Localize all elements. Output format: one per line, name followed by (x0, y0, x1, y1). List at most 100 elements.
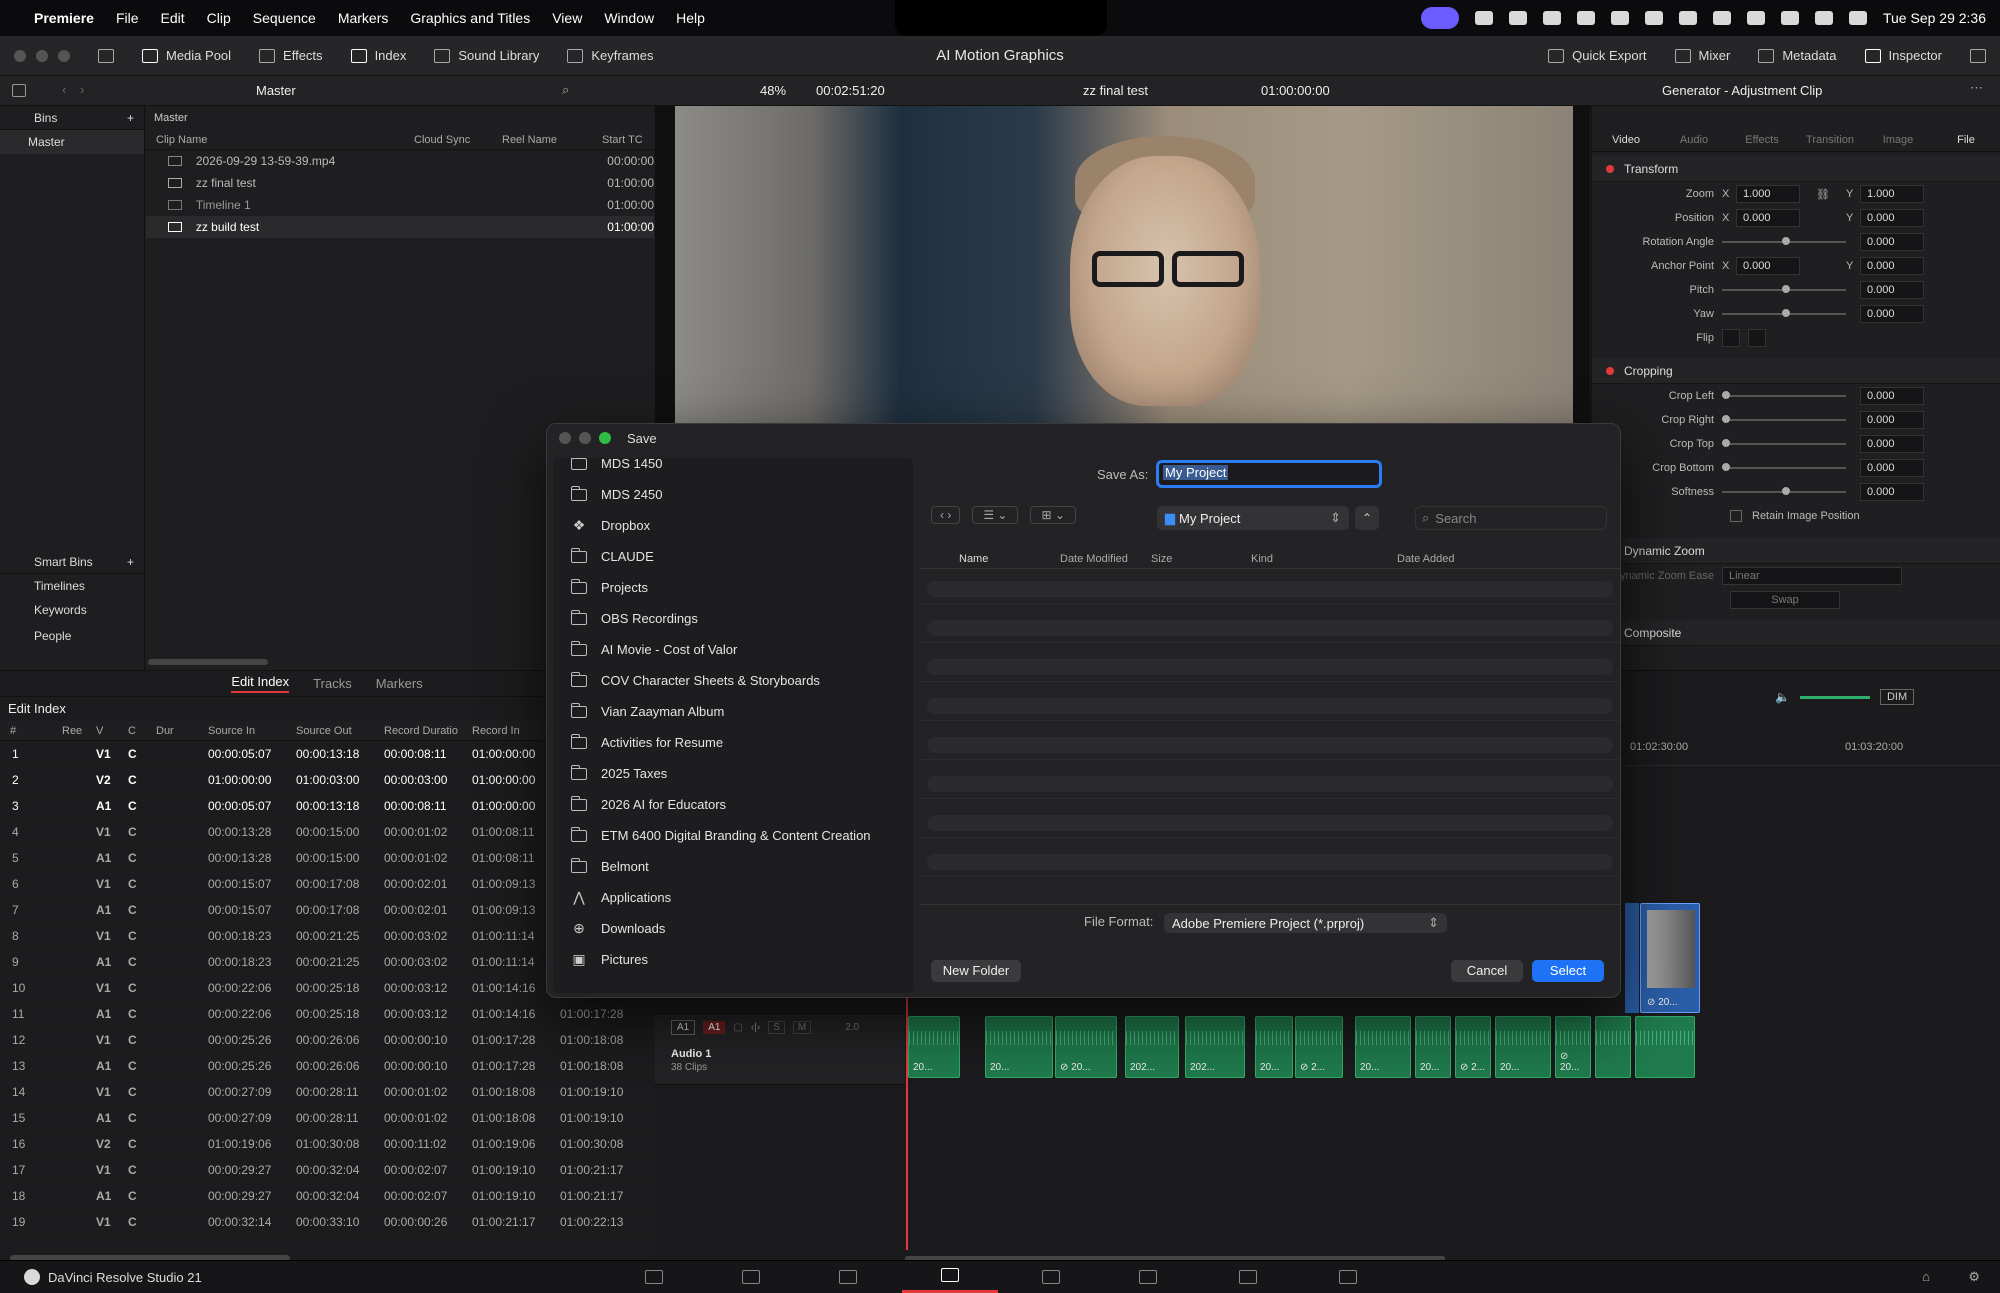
table-row[interactable]: 13 A1 C 00:00:25:26 00:00:26:06 00:00:00:10 01… (0, 1053, 654, 1079)
screen-share-icon[interactable] (1420, 7, 1459, 29)
video-clip[interactable] (1625, 903, 1639, 1013)
sidebar-item[interactable]: AI Movie - Cost of Valor (553, 634, 913, 665)
col-reel[interactable]: Ree (62, 725, 96, 737)
smart-bin-timelines[interactable]: Timelines (0, 574, 144, 598)
file-row[interactable] (919, 769, 1620, 799)
audio-clip[interactable] (1635, 1016, 1695, 1078)
yaw-field[interactable]: 0.000 (1860, 305, 1924, 323)
sidebar-item[interactable]: MDS 1450 (553, 458, 913, 479)
page-edit[interactable] (902, 1260, 998, 1293)
col-reel-name[interactable]: Reel Name (502, 134, 602, 146)
table-row[interactable]: 18 A1 C 00:00:29:27 00:00:32:04 00:00:02:07 01… (0, 1183, 654, 1209)
list-view-icon[interactable]: ☰ ⌄ (972, 506, 1019, 524)
sidebar-item[interactable]: Vian Zaayman Album (553, 696, 913, 727)
yaw-slider[interactable] (1722, 309, 1846, 317)
file-row[interactable] (919, 652, 1620, 682)
menu-view[interactable]: View (552, 10, 582, 26)
softness-slider[interactable] (1722, 487, 1846, 495)
sidebar-item[interactable]: ⊕ Downloads (553, 913, 913, 944)
dz-ease-select[interactable]: Linear (1722, 567, 1902, 585)
page-media[interactable] (606, 1260, 702, 1293)
sidebar-item[interactable]: Projects (553, 572, 913, 603)
sidebar-item[interactable]: MDS 2450 (553, 479, 913, 510)
file-row[interactable] (919, 574, 1620, 604)
select-button[interactable]: Select (1532, 960, 1604, 982)
page-audio[interactable] (1200, 1260, 1296, 1293)
close-dot[interactable] (14, 49, 26, 62)
link-icon[interactable]: ⛓ (1800, 188, 1846, 201)
softness-field[interactable]: 0.000 (1860, 483, 1924, 501)
dim-button[interactable]: DIM (1879, 689, 1915, 705)
bin-master[interactable]: Master (0, 130, 144, 154)
add-bin-icon[interactable]: + (127, 111, 134, 125)
pitch-slider[interactable] (1722, 285, 1846, 293)
audio-clip[interactable]: 202... (1185, 1016, 1245, 1078)
audio-clip[interactable] (1595, 1016, 1631, 1078)
sync-icon[interactable]: ‹|› (751, 1022, 760, 1033)
status-app-icon[interactable] (1474, 11, 1493, 25)
clip-list-scrollbar[interactable] (148, 659, 268, 665)
col-date-added[interactable]: Date Added (1397, 553, 1455, 565)
effects-button[interactable]: Effects (245, 36, 337, 76)
anchor-y-field[interactable]: 0.000 (1860, 257, 1924, 275)
audio-clip[interactable]: ⊘ 20... (1055, 1016, 1117, 1078)
sound-library-button[interactable]: Sound Library (420, 36, 553, 76)
sidebar-item[interactable]: OBS Recordings (553, 603, 913, 634)
status-app-icon[interactable] (1542, 11, 1561, 25)
video-frame[interactable] (675, 106, 1573, 426)
mixer-button[interactable]: Mixer (1661, 36, 1745, 76)
tab-effects[interactable]: Effects (1728, 106, 1796, 151)
zoom-dot[interactable] (599, 432, 611, 444)
minimize-dot[interactable] (579, 432, 591, 444)
zoom-y-field[interactable]: 1.000 (1860, 185, 1924, 203)
media-pool-button[interactable]: Media Pool (128, 36, 245, 76)
sidebar-item[interactable]: 2026 AI for Educators (553, 789, 913, 820)
rotation-slider[interactable] (1722, 237, 1846, 245)
home-icon[interactable]: ⌂ (1922, 1269, 1930, 1284)
col-start-tc[interactable]: Start TC (602, 134, 643, 146)
quick-export-button[interactable]: Quick Export (1534, 36, 1660, 76)
menu-clip[interactable]: Clip (207, 10, 231, 26)
col-source-out[interactable]: Source Out (296, 725, 384, 737)
file-row[interactable] (919, 691, 1620, 721)
close-dot[interactable] (559, 432, 571, 444)
flip-horizontal-icon[interactable] (1722, 329, 1740, 347)
status-app-icon[interactable] (1508, 11, 1527, 25)
lock-icon[interactable]: ▢ (733, 1022, 742, 1033)
clip-row[interactable]: zz final test 01:00:00 (146, 172, 654, 194)
mute-button[interactable]: M (792, 1021, 812, 1034)
inspector-button[interactable]: Inspector (1851, 36, 1956, 76)
col-kind[interactable]: Kind (1251, 553, 1397, 565)
audio-clip[interactable]: 20... (985, 1016, 1053, 1078)
grid-view-icon[interactable]: ⊞ ⌄ (1030, 506, 1076, 524)
flip-vertical-icon[interactable] (1748, 329, 1766, 347)
table-row[interactable]: 17 V1 C 00:00:29:27 00:00:32:04 00:00:02:07 01… (0, 1157, 654, 1183)
menu-sequence[interactable]: Sequence (253, 10, 316, 26)
metadata-button[interactable]: Metadata (1744, 36, 1850, 76)
tab-edit-index[interactable]: Edit Index (231, 674, 290, 693)
new-folder-button[interactable]: New Folder (931, 960, 1021, 982)
solo-button[interactable]: S (768, 1021, 785, 1034)
nav-back-forward[interactable]: ‹ › (931, 506, 961, 524)
sidebar-item[interactable]: Activities for Resume (553, 727, 913, 758)
page-deliver[interactable] (1300, 1260, 1396, 1293)
expand-button[interactable] (1956, 36, 2000, 76)
clock[interactable]: Tue Sep 29 2:36 (1883, 10, 1986, 26)
back-icon[interactable]: ‹ (62, 82, 66, 97)
tab-markers[interactable]: Markers (376, 676, 423, 691)
tab-image[interactable]: Image (1864, 106, 1932, 151)
location-dropdown[interactable]: ▆ My Project ⇕ (1157, 506, 1349, 530)
add-smart-bin-icon[interactable]: + (127, 555, 134, 569)
menu-graphics[interactable]: Graphics and Titles (410, 10, 530, 26)
zoom-level[interactable]: 48% (760, 83, 786, 98)
crop-bottom-slider[interactable] (1722, 463, 1846, 471)
clip-row[interactable]: zz build test 01:00:00 (146, 216, 654, 238)
sidebar-item[interactable]: CLAUDE (553, 541, 913, 572)
tab-audio[interactable]: Audio (1660, 106, 1728, 151)
settings-icon[interactable]: ⚙ (1968, 1269, 1980, 1285)
video-clip[interactable]: ⊘ 20... (1640, 903, 1700, 1013)
section-transform[interactable]: Transform (1592, 156, 2000, 182)
position-y-field[interactable]: 0.000 (1860, 209, 1924, 227)
menu-file[interactable]: File (116, 10, 139, 26)
crop-top-slider[interactable] (1722, 439, 1846, 447)
